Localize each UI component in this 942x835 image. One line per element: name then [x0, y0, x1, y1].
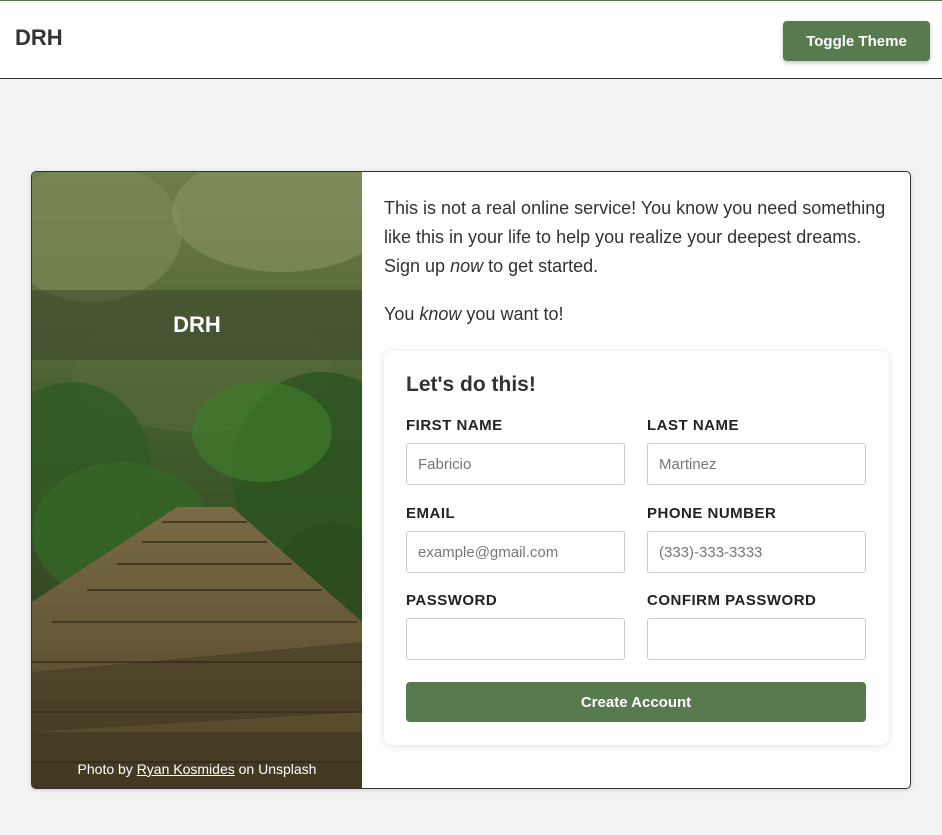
photo-overlay-title: DRH: [173, 312, 221, 337]
intro-paragraph-2: You know you want to!: [384, 300, 889, 329]
first-name-group: FIRST NAME: [406, 417, 625, 485]
boardwalk-photo: DRH Photo by Ryan Kosmides on Unsplash: [32, 172, 362, 788]
intro-text-end: to get started.: [483, 256, 599, 276]
intro2-text-start: You: [384, 304, 420, 324]
first-name-input[interactable]: [406, 443, 625, 485]
confirm-password-input[interactable]: [647, 618, 866, 660]
intro-paragraph: This is not a real online service! You k…: [384, 194, 889, 281]
intro2-emphasis-know: know: [419, 304, 462, 324]
email-input[interactable]: [406, 531, 625, 573]
credit-suffix: on Unsplash: [234, 761, 317, 777]
phone-input[interactable]: [647, 531, 866, 573]
credit-prefix: Photo by: [77, 761, 137, 777]
password-group: PASSWORD: [406, 592, 625, 660]
first-name-label: FIRST NAME: [406, 417, 503, 434]
photo-credit: Photo by Ryan Kosmides on Unsplash: [32, 761, 362, 777]
phone-label: PHONE NUMBER: [647, 505, 777, 522]
create-account-button[interactable]: Create Account: [406, 682, 866, 722]
email-label: EMAIL: [406, 505, 456, 522]
last-name-label: LAST NAME: [647, 417, 739, 434]
photographer-link[interactable]: Ryan Kosmides: [137, 761, 235, 777]
password-input[interactable]: [406, 618, 625, 660]
phone-group: PHONE NUMBER: [647, 505, 866, 573]
intro2-text-end: you want to!: [461, 304, 564, 324]
last-name-group: LAST NAME: [647, 417, 866, 485]
forest-boardwalk-image: [32, 172, 362, 788]
form-title: Let's do this!: [406, 373, 536, 396]
intro-emphasis-now: now: [450, 256, 484, 276]
confirm-password-group: CONFIRM PASSWORD: [647, 592, 866, 660]
password-label: PASSWORD: [406, 592, 498, 609]
signup-card: DRH Photo by Ryan Kosmides on Unsplash T…: [31, 171, 911, 789]
toggle-theme-button[interactable]: Toggle Theme: [783, 21, 930, 61]
signup-form: Let's do this! FIRST NAME LAST NAME EMAI…: [384, 351, 889, 745]
top-navbar: DRH Toggle Theme: [0, 0, 942, 79]
last-name-input[interactable]: [647, 443, 866, 485]
brand-logo[interactable]: DRH: [15, 25, 63, 51]
confirm-password-label: CONFIRM PASSWORD: [647, 592, 817, 609]
email-group: EMAIL: [406, 505, 625, 573]
